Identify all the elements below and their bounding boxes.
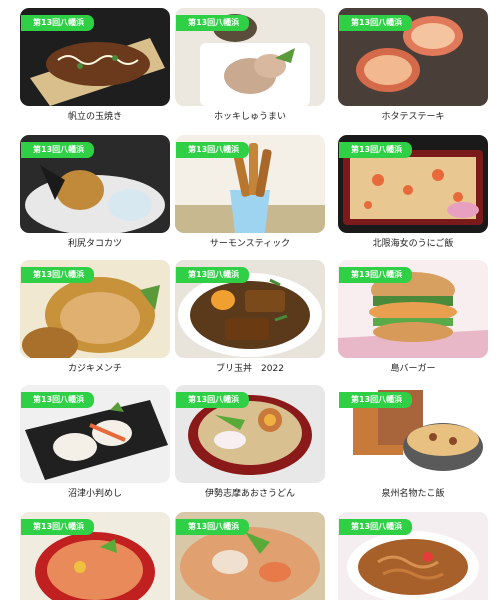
event-badge: 第13回八幡浜 (21, 267, 95, 283)
product-photo[interactable]: 第13回八幡浜 (338, 8, 488, 106)
product-photo[interactable]: 第13回八幡浜 (175, 260, 325, 358)
product-grid: 第13回八幡浜 帆立の玉焼き 第13回八幡浜 ホッキしゅうまい 第13回八幡浜 … (0, 0, 502, 600)
product-name[interactable]: 沼津小判めし (20, 486, 170, 499)
product-name[interactable]: 利尻タコカツ (20, 236, 170, 249)
product-photo[interactable]: 第13回八幡浜 (20, 512, 170, 600)
product-card[interactable]: 第13回八幡浜 ホッキしゅうまい (175, 8, 325, 122)
product-card[interactable]: 第13回八幡浜 利尻タコカツ (20, 135, 170, 249)
product-card[interactable]: 第13回八幡浜 沼津小判めし (20, 385, 170, 499)
event-badge: 第13回八幡浜 (21, 392, 95, 408)
event-badge: 第13回八幡浜 (21, 142, 95, 158)
product-photo[interactable]: 第13回八幡浜 (175, 385, 325, 483)
product-name[interactable]: 帆立の玉焼き (20, 109, 170, 122)
product-photo[interactable]: 第13回八幡浜 (175, 8, 325, 106)
product-name[interactable]: 島バーガー (338, 361, 488, 374)
event-badge: 第13回八幡浜 (339, 267, 413, 283)
product-name[interactable]: 北限海女のうにご飯 (338, 236, 488, 249)
product-card[interactable]: 第13回八幡浜 カジキメンチ (20, 260, 170, 374)
event-badge: 第13回八幡浜 (176, 392, 250, 408)
product-name[interactable]: ブリ玉丼 2022 (175, 361, 325, 374)
product-card[interactable]: 第13回八幡浜 (20, 512, 170, 600)
event-badge: 第13回八幡浜 (21, 519, 95, 535)
product-card[interactable]: 第13回八幡浜 (175, 512, 325, 600)
product-card[interactable]: 第13回八幡浜 北限海女のうにご飯 (338, 135, 488, 249)
event-badge: 第13回八幡浜 (176, 519, 250, 535)
product-photo[interactable]: 第13回八幡浜 (20, 135, 170, 233)
event-badge: 第13回八幡浜 (176, 267, 250, 283)
product-photo[interactable]: 第13回八幡浜 (20, 385, 170, 483)
product-card[interactable]: 第13回八幡浜 ブリ玉丼 2022 (175, 260, 325, 374)
product-photo[interactable]: 第13回八幡浜 (20, 260, 170, 358)
product-photo[interactable]: 第13回八幡浜 (338, 385, 488, 483)
product-photo[interactable]: 第13回八幡浜 (175, 135, 325, 233)
product-name[interactable]: カジキメンチ (20, 361, 170, 374)
product-card[interactable]: 第13回八幡浜 島バーガー (338, 260, 488, 374)
event-badge: 第13回八幡浜 (176, 142, 250, 158)
product-name[interactable]: 泉州名物たこ飯 (338, 486, 488, 499)
product-name[interactable]: ホタテステーキ (338, 109, 488, 122)
event-badge: 第13回八幡浜 (21, 15, 95, 31)
product-name[interactable]: ホッキしゅうまい (175, 109, 325, 122)
product-photo[interactable]: 第13回八幡浜 (338, 512, 488, 600)
product-card[interactable]: 第13回八幡浜 サーモンスティック (175, 135, 325, 249)
product-card[interactable]: 第13回八幡浜 (338, 512, 488, 600)
product-photo[interactable]: 第13回八幡浜 (175, 512, 325, 600)
product-name[interactable]: 伊勢志摩あおさうどん (175, 486, 325, 499)
event-badge: 第13回八幡浜 (176, 15, 250, 31)
event-badge: 第13回八幡浜 (339, 519, 413, 535)
product-name[interactable]: サーモンスティック (175, 236, 325, 249)
product-photo[interactable]: 第13回八幡浜 (338, 135, 488, 233)
product-card[interactable]: 第13回八幡浜 帆立の玉焼き (20, 8, 170, 122)
product-card[interactable]: 第13回八幡浜 泉州名物たこ飯 (338, 385, 488, 499)
event-badge: 第13回八幡浜 (339, 392, 413, 408)
product-photo[interactable]: 第13回八幡浜 (20, 8, 170, 106)
event-badge: 第13回八幡浜 (339, 142, 413, 158)
event-badge: 第13回八幡浜 (339, 15, 413, 31)
product-card[interactable]: 第13回八幡浜 ホタテステーキ (338, 8, 488, 122)
product-card[interactable]: 第13回八幡浜 伊勢志摩あおさうどん (175, 385, 325, 499)
product-photo[interactable]: 第13回八幡浜 (338, 260, 488, 358)
